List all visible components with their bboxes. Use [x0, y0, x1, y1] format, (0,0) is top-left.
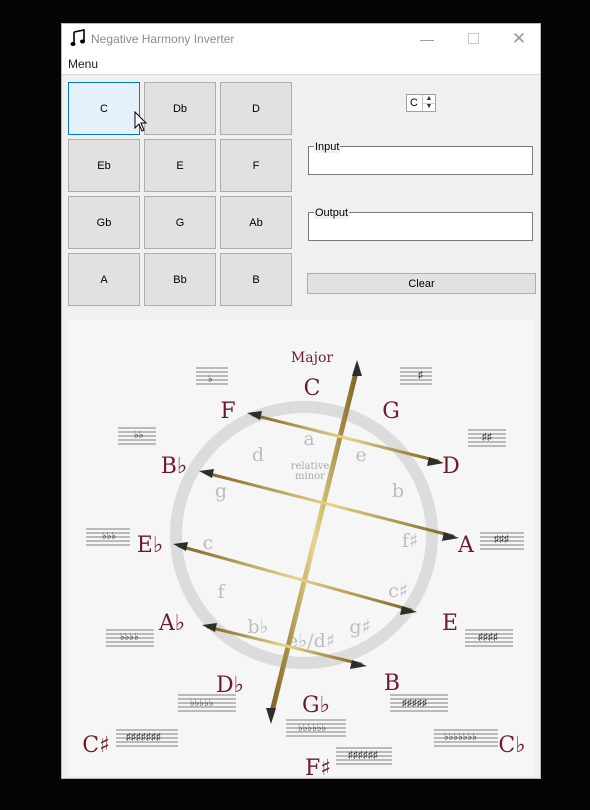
- major-key-d: D: [442, 454, 460, 479]
- staff-accidentals: ♭: [208, 374, 213, 385]
- key-button-eb[interactable]: Eb: [68, 139, 140, 192]
- title-bar: Negative Harmony Inverter — ✕: [62, 24, 540, 53]
- major-key-f: F: [220, 399, 235, 424]
- spinner-down-arrow-icon[interactable]: ▼: [423, 103, 435, 111]
- major-key-b-flat: B♭: [161, 454, 188, 479]
- key-button-bb[interactable]: Bb: [144, 253, 216, 306]
- key-button-d[interactable]: D: [220, 82, 292, 135]
- staff-accidentals: ♭♭♭♭♭: [190, 698, 214, 709]
- mouse-cursor-icon: [134, 111, 148, 132]
- minor-key-g: g: [215, 480, 227, 502]
- staff-g-icon: [400, 367, 432, 385]
- minor-key-c: c: [203, 532, 214, 554]
- minor-key-d: d: [252, 444, 264, 466]
- key-spinner[interactable]: C ▲ ▼: [406, 94, 436, 112]
- circle-of-fifths-diagram: Major relative minor a e b f♯ c♯ g♯ e♭/d…: [68, 320, 534, 776]
- output-label: Output: [314, 207, 350, 219]
- menu-item-menu[interactable]: Menu: [68, 57, 98, 71]
- major-key-f-sharp: F♯: [305, 756, 331, 776]
- key-button-a[interactable]: A: [68, 253, 140, 306]
- major-key-a: A: [457, 533, 475, 558]
- window-title: Negative Harmony Inverter: [91, 32, 235, 46]
- maximize-icon: [467, 33, 479, 44]
- major-key-e-flat: E♭: [137, 533, 163, 558]
- key-button-f[interactable]: F: [220, 139, 292, 192]
- staff-accidentals: ♯♯♯♯♯♯♯: [126, 732, 161, 743]
- major-key-a-flat: A♭: [158, 611, 185, 636]
- minor-key-f-sharp: f♯: [402, 530, 418, 552]
- clear-button[interactable]: Clear: [307, 273, 536, 294]
- input-field[interactable]: [308, 146, 533, 175]
- major-key-c-sharp: C♯: [82, 733, 109, 758]
- staff-accidentals: ♭♭: [134, 430, 143, 441]
- menu-bar: Menu: [62, 53, 540, 75]
- major-heading: Major: [291, 350, 333, 366]
- minor-key-b: b: [392, 480, 404, 502]
- minor-key-g-sharp: g♯: [349, 616, 370, 638]
- staff-accidentals: ♭♭♭♭♭♭: [298, 723, 326, 734]
- minor-key-c-sharp: c♯: [388, 580, 408, 602]
- app-window: Negative Harmony Inverter — ✕ Menu C Db …: [61, 23, 541, 779]
- minor-label: minor: [295, 471, 325, 482]
- key-button-g[interactable]: G: [144, 196, 216, 249]
- minor-key-e: e: [355, 444, 366, 466]
- major-key-g-flat: G♭: [302, 693, 330, 718]
- staff-accidentals: ♯♯: [482, 432, 492, 443]
- input-label: Input: [314, 141, 341, 153]
- key-button-db[interactable]: Db: [144, 82, 216, 135]
- staff-accidentals: ♯: [418, 370, 423, 381]
- major-key-d-flat: D♭: [216, 673, 244, 698]
- spinner-arrows: ▲ ▼: [422, 95, 435, 111]
- minor-key-f: f: [217, 581, 226, 603]
- key-button-gb[interactable]: Gb: [68, 196, 140, 249]
- staff-accidentals: ♭♭♭♭: [120, 632, 139, 643]
- staff-accidentals: ♯♯♯: [494, 534, 509, 545]
- key-button-e[interactable]: E: [144, 139, 216, 192]
- staff-accidentals: ♯♯♯♯: [478, 632, 498, 643]
- music-note-icon: [70, 29, 85, 46]
- key-button-ab[interactable]: Ab: [220, 196, 292, 249]
- key-button-b[interactable]: B: [220, 253, 292, 306]
- major-key-c-flat: C♭: [498, 733, 525, 758]
- minimize-button[interactable]: —: [404, 24, 450, 53]
- close-button[interactable]: ✕: [496, 24, 542, 53]
- major-key-b: B: [384, 671, 400, 696]
- close-icon: ✕: [511, 28, 527, 48]
- minimize-icon: —: [420, 30, 434, 47]
- major-key-g: G: [382, 399, 400, 424]
- staff-accidentals: ♭♭♭♭♭♭♭: [444, 732, 477, 743]
- maximize-button[interactable]: [450, 24, 496, 53]
- key-spinner-value: C: [410, 97, 418, 109]
- minor-key-b-flat: b♭: [247, 616, 268, 638]
- major-key-c: C: [304, 376, 321, 401]
- major-key-e: E: [442, 611, 458, 636]
- staff-accidentals: ♯♯♯♯♯: [402, 698, 427, 709]
- staff-accidentals: ♭♭♭: [102, 531, 116, 542]
- key-button-c[interactable]: C: [68, 82, 140, 135]
- diagram-svg: Major relative minor a e b f♯ c♯ g♯ e♭/d…: [82, 350, 525, 776]
- staff-accidentals: ♯♯♯♯♯♯: [348, 750, 378, 761]
